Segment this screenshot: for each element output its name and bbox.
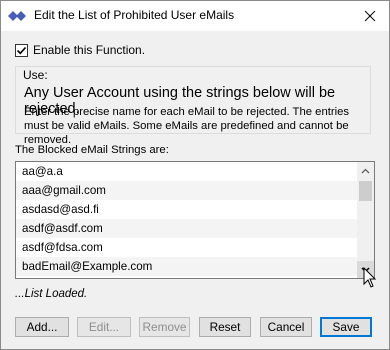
list-item[interactable]: asdf@fdsa.com [16,238,357,257]
blocked-email-listbox[interactable]: aa@a.a aaa@gmail.com asdasd@asd.fi asdf@… [15,161,375,279]
close-button[interactable] [359,5,381,27]
window-title: Edit the List of Prohibited User eMails [34,8,235,22]
cancel-button[interactable]: Cancel [260,317,312,337]
list-item[interactable]: badEmail@Example.com [16,257,357,276]
enable-function-row[interactable]: Enable this Function. [15,43,145,57]
list-item[interactable]: aa@a.a [16,162,357,181]
enable-function-label[interactable]: Enable this Function. [33,43,145,57]
mouse-pointer-icon [363,267,377,288]
enable-function-checkbox[interactable] [15,43,28,57]
add-button[interactable]: Add... [15,317,69,337]
save-button[interactable]: Save [320,317,372,337]
use-groupbox: Use: Any User Account using the strings … [15,66,371,146]
chevron-up-icon [361,168,370,173]
list-item[interactable]: aaa@gmail.com [16,181,357,200]
dialog-window: Edit the List of Prohibited User eMails … [0,0,390,350]
double-diamond-icon [8,11,26,21]
scroll-up-button[interactable] [357,162,374,179]
use-description: Enter the precise name for each eMail to… [24,106,350,146]
close-icon [364,10,376,22]
reset-button[interactable]: Reset [199,317,251,337]
vertical-scrollbar[interactable] [357,162,374,278]
status-text: ...List Loaded. [15,288,88,300]
title-bar: Edit the List of Prohibited User eMails [1,1,389,31]
use-group-title: Use: [23,68,48,82]
list-items: aa@a.a aaa@gmail.com asdasd@asd.fi asdf@… [16,162,357,276]
remove-button[interactable]: Remove [139,317,190,337]
list-item[interactable]: asdasd@asd.fi [16,200,357,219]
edit-button[interactable]: Edit... [77,317,131,337]
scroll-thumb[interactable] [359,181,372,201]
checkmark-icon [16,46,27,54]
list-heading: The Blocked eMail Strings are: [15,144,169,156]
list-item[interactable]: asdf@asdf.com [16,219,357,238]
